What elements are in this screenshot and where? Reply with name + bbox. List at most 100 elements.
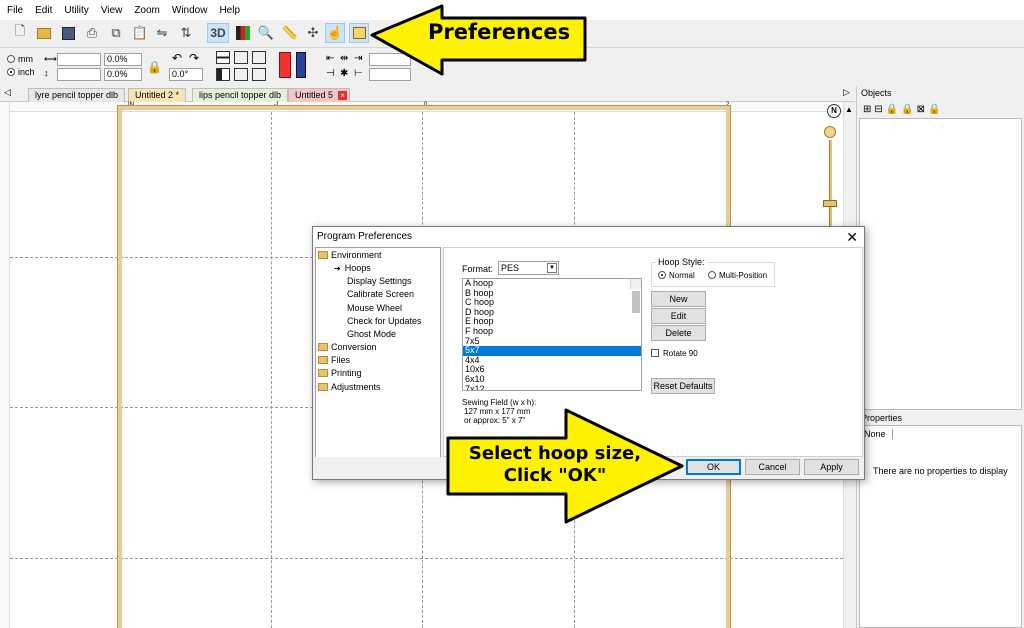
tree-item-hoops[interactable]: ➜ Hoops	[334, 263, 371, 273]
color-bars-icon[interactable]	[233, 23, 253, 43]
rotate-right-icon[interactable]: ↷	[189, 51, 199, 65]
edit-button[interactable]: Edit	[651, 308, 706, 324]
height-percent-field[interactable]: 0.0%	[104, 68, 142, 81]
distribute-icon[interactable]	[234, 68, 248, 81]
checkbox-icon	[651, 349, 659, 357]
properties-panel-title: Properties	[861, 413, 903, 423]
tab-lyre[interactable]: lyre pencil topper dlb	[28, 88, 126, 102]
rotation-field[interactable]: 0.0°	[169, 68, 203, 81]
tree-item-adjustments[interactable]: Adjustments	[318, 382, 381, 392]
align-left-icon[interactable]	[216, 68, 230, 81]
width-percent-field[interactable]: 0.0%	[104, 53, 142, 66]
kern-center-icon[interactable]: ⇹	[340, 53, 348, 64]
grid-align-icon[interactable]	[252, 51, 266, 64]
align-right-icon[interactable]	[252, 68, 266, 81]
reset-defaults-button[interactable]: Reset Defaults	[651, 378, 715, 394]
ok-callout-line2: Click "OK"	[503, 465, 607, 486]
new-button[interactable]: New	[651, 291, 706, 307]
unit-inch-option[interactable]: inch	[7, 67, 35, 77]
3d-view-button[interactable]: 3D	[207, 23, 229, 43]
hoop-style-group: Hoop Style: Normal Multi-Position	[651, 257, 775, 287]
hoop-size-list[interactable]: A hoop B hoop C hoop D hoop E hoop F hoo…	[462, 278, 642, 391]
mirror-vertical-icon[interactable]: ⇅	[176, 23, 196, 43]
dialog-title: Program Preferences	[317, 231, 413, 242]
format-select[interactable]: PES ▼	[498, 261, 559, 275]
tab-untitled-5[interactable]: Untitled 5 ×	[288, 88, 351, 102]
copy-icon[interactable]: ⧉	[106, 23, 126, 43]
apply-button[interactable]: Apply	[804, 459, 859, 475]
cancel-button[interactable]: Cancel	[745, 459, 800, 475]
list-item[interactable]: 7x5	[463, 336, 641, 347]
unit-mm-option[interactable]: mm	[7, 54, 33, 64]
menu-help[interactable]: Help	[218, 5, 241, 16]
objects-list[interactable]	[859, 118, 1022, 410]
menu-edit[interactable]: Edit	[34, 5, 53, 16]
width-icon: ⟷	[44, 54, 57, 64]
ok-button[interactable]: OK	[686, 459, 741, 475]
menu-utility[interactable]: Utility	[63, 5, 89, 16]
mirror-horizontal-icon[interactable]: ⇋	[152, 23, 172, 43]
tab-untitled-2[interactable]: Untitled 2 *	[128, 88, 187, 102]
list-item[interactable]: 6x10	[463, 374, 641, 385]
compass-icon[interactable]: N	[827, 104, 841, 118]
menu-view[interactable]: View	[100, 5, 124, 16]
lock-ratio-icon[interactable]: 🔒	[147, 60, 162, 74]
spacing-center-icon[interactable]: ✱	[340, 68, 348, 79]
ok-callout-line1: Select hoop size,	[468, 443, 642, 464]
list-scroll-thumb[interactable]	[632, 291, 640, 313]
chevron-down-icon[interactable]: ▼	[547, 263, 557, 273]
tree-item-mouse-wheel[interactable]: Mouse Wheel	[347, 303, 402, 313]
tab-scroll-left-icon[interactable]: ◁	[4, 87, 11, 98]
kern-left-icon[interactable]: ⇤	[326, 53, 334, 64]
tab-scroll-right-icon[interactable]: ▷	[843, 87, 850, 98]
thread-spool-icon[interactable]	[296, 52, 306, 78]
list-item[interactable]: 7x12	[463, 384, 641, 390]
delete-button[interactable]: Delete	[651, 325, 706, 341]
height-field[interactable]	[57, 68, 101, 81]
center-icon[interactable]	[234, 51, 248, 64]
zoom-in-icon[interactable]	[824, 126, 836, 138]
list-scrollbar[interactable]	[630, 279, 641, 313]
list-item[interactable]: 10x6	[463, 365, 641, 375]
objects-toolbar-icons[interactable]: ⊞⊟🔒🔒⊠🔒	[863, 104, 944, 115]
list-item[interactable]: F hoop	[463, 326, 641, 337]
save-icon[interactable]	[58, 23, 78, 43]
scroll-up-icon[interactable]: ▲	[845, 105, 853, 114]
close-icon[interactable]: ✕	[846, 229, 858, 245]
list-item-selected[interactable]: 5x7	[463, 346, 641, 356]
align-top-icon[interactable]	[216, 51, 230, 64]
width-field[interactable]	[57, 53, 101, 66]
print-icon[interactable]: ⎙	[82, 23, 102, 43]
tree-item-check-updates[interactable]: Check for Updates	[347, 316, 422, 326]
menu-file[interactable]: File	[6, 5, 24, 16]
paste-icon[interactable]: 📋	[130, 23, 150, 43]
select-pointer-icon[interactable]: ☝	[325, 23, 345, 43]
stitch-tool-icon[interactable]: ✣	[303, 23, 323, 43]
zoom-slider-thumb[interactable]	[823, 200, 837, 207]
tree-item-ghost-mode[interactable]: Ghost Mode	[347, 329, 396, 339]
thread-color-icon[interactable]	[279, 52, 291, 78]
zoom-magnifier-icon[interactable]: 🔍	[256, 23, 276, 43]
list-item[interactable]: 4x4	[463, 355, 641, 366]
tree-item-files[interactable]: Files	[318, 355, 350, 365]
ruler-measure-icon[interactable]: 📏	[280, 23, 300, 43]
tree-item-calibrate-screen[interactable]: Calibrate Screen	[347, 289, 414, 299]
tree-item-printing[interactable]: Printing	[318, 368, 362, 378]
format-label: Format:	[462, 264, 494, 274]
tree-item-conversion[interactable]: Conversion	[318, 342, 377, 352]
tree-item-display-settings[interactable]: Display Settings	[347, 276, 412, 286]
menu-window[interactable]: Window	[171, 5, 209, 16]
new-file-icon[interactable]: 🗋	[10, 23, 30, 43]
tree-item-environment[interactable]: Environment	[318, 250, 382, 260]
rotate-90-checkbox[interactable]: Rotate 90	[651, 349, 698, 358]
tab-close-icon[interactable]: ×	[338, 91, 348, 100]
dialog-titlebar: Program Preferences ✕	[313, 227, 864, 247]
rotate-left-icon[interactable]: ↶	[172, 51, 182, 65]
menu-zoom[interactable]: Zoom	[133, 5, 161, 16]
open-folder-icon[interactable]	[34, 23, 54, 43]
spacing-icon[interactable]: ⊣	[326, 68, 335, 79]
properties-tab-none[interactable]: None	[864, 429, 893, 439]
tab-lips[interactable]: lips pencil topper dlb	[192, 88, 289, 102]
hoop-style-multi-radio[interactable]: Multi-Position	[708, 271, 767, 280]
hoop-style-normal-radio[interactable]: Normal	[658, 271, 695, 280]
